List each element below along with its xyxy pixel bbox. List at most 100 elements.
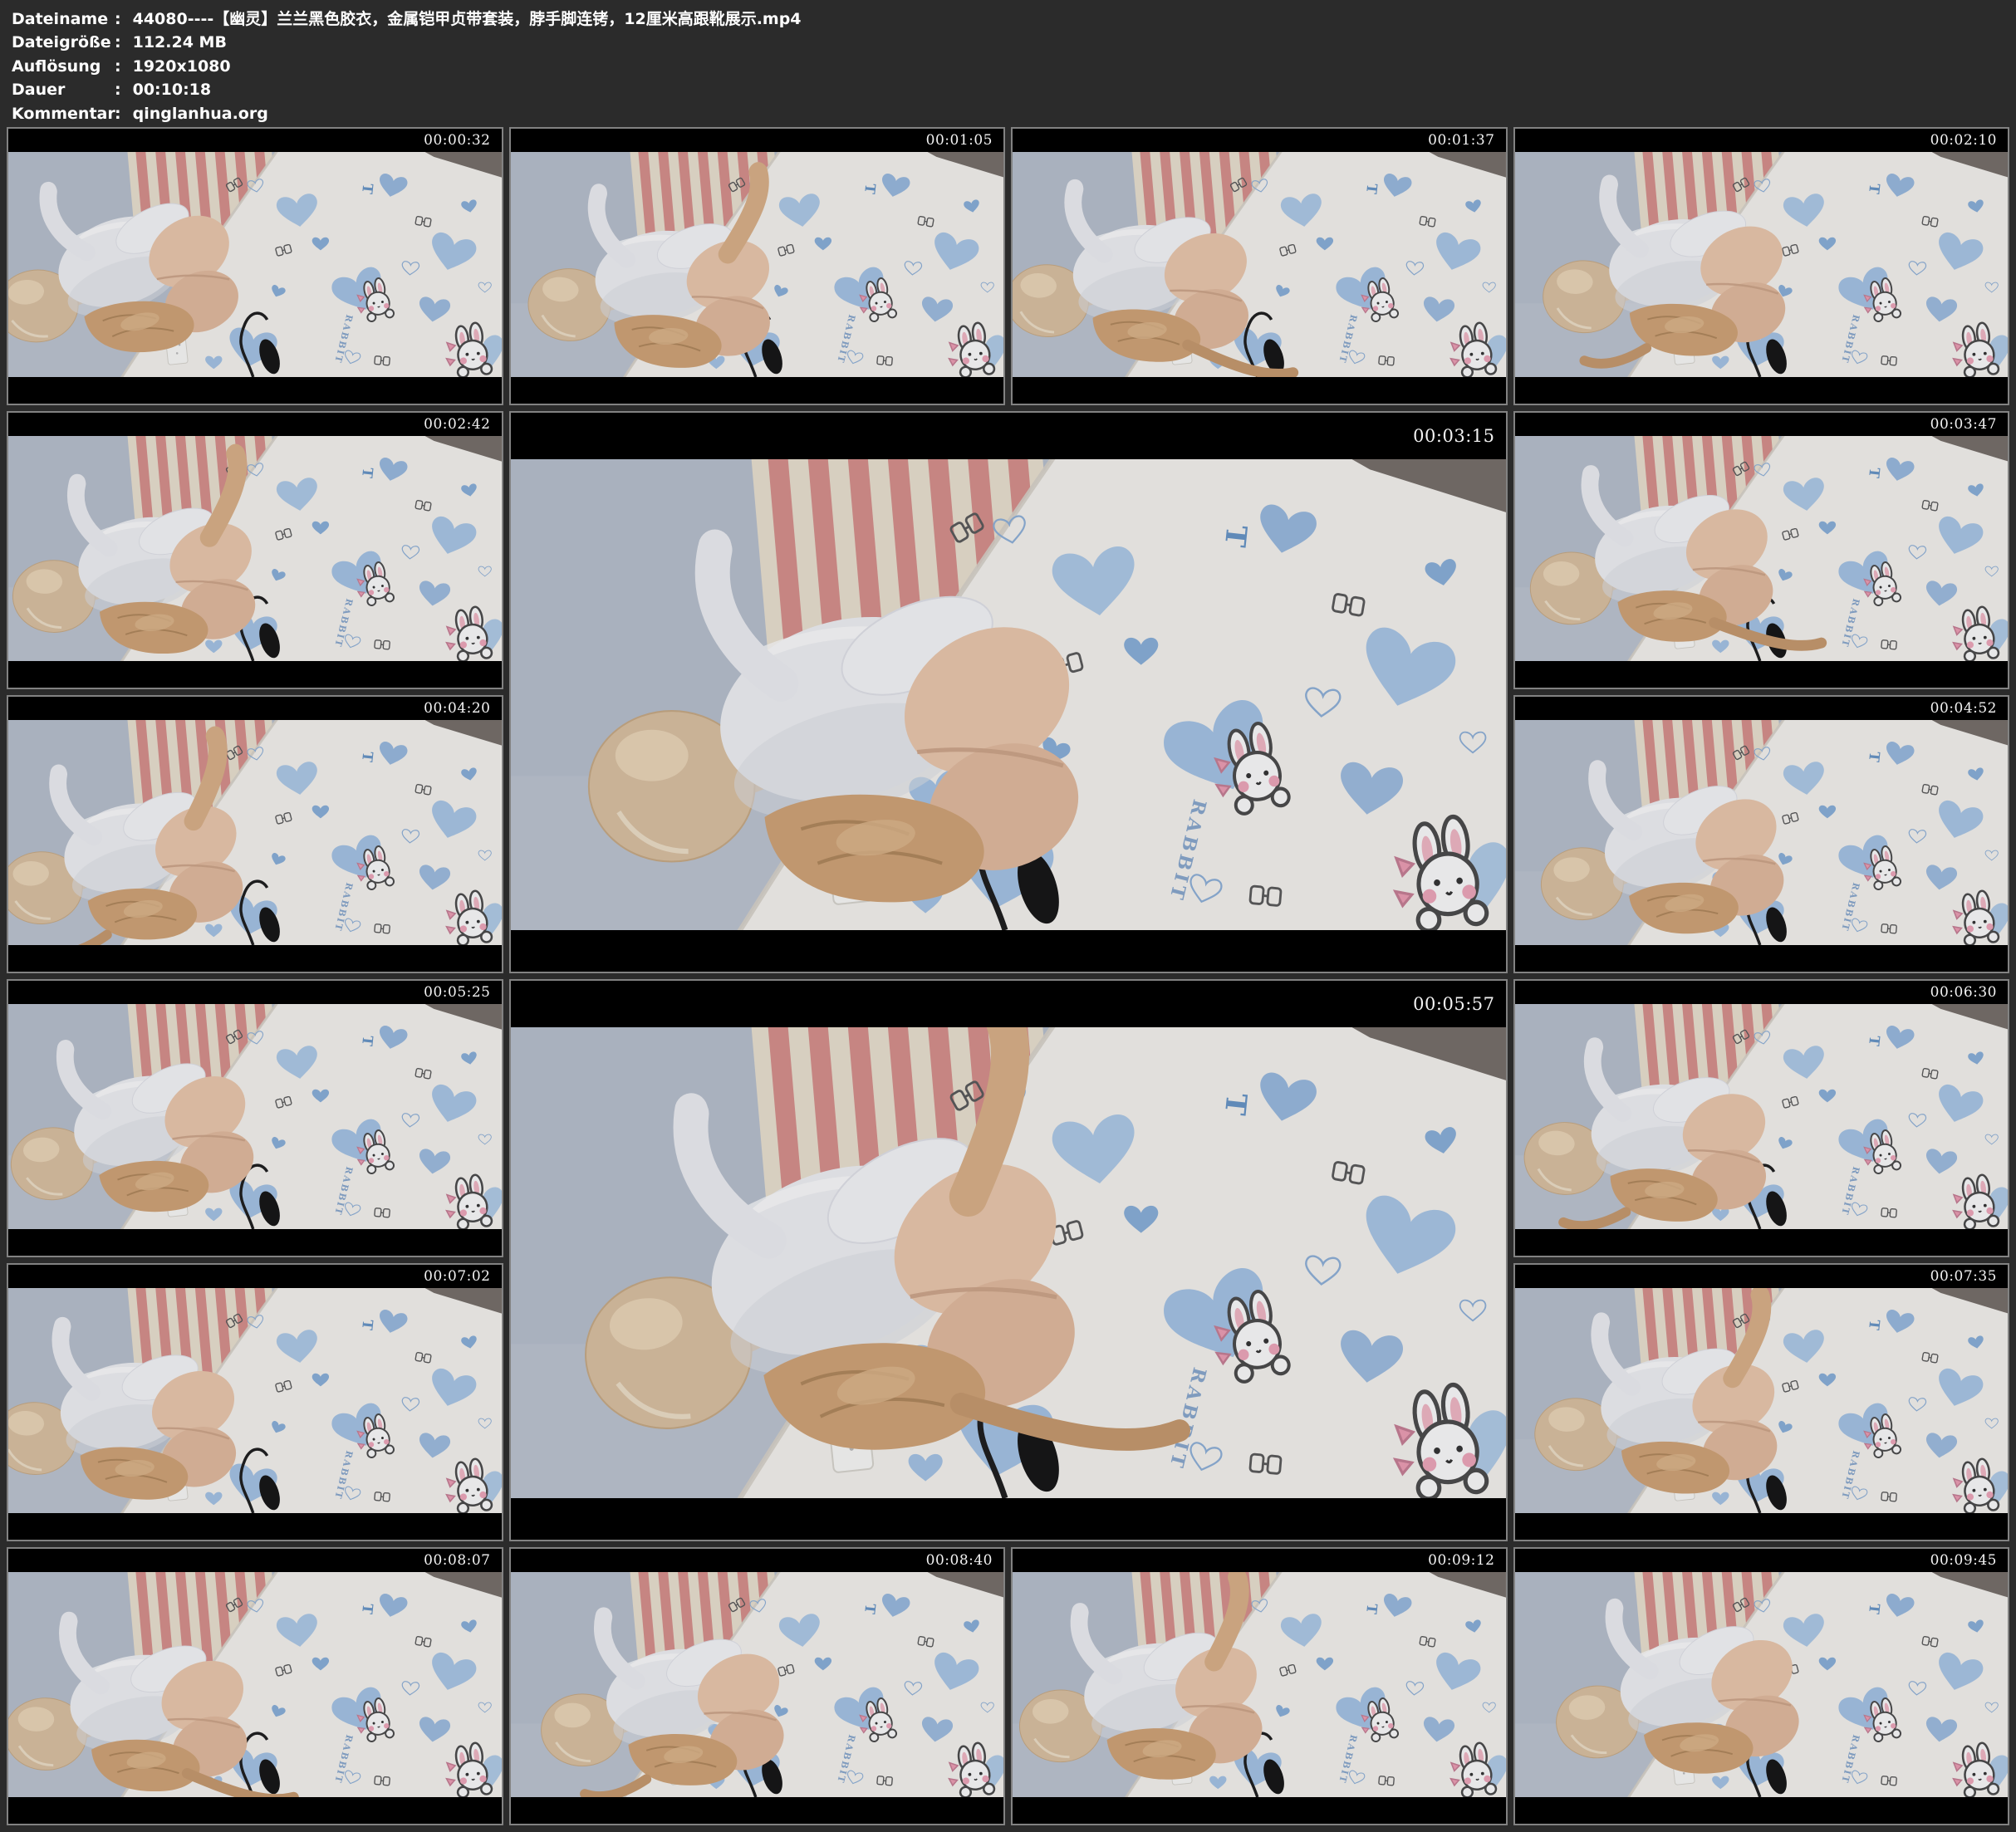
video-frame-art: TRABBIT xyxy=(8,152,502,377)
video-thumbnail: 00:06:30 TRABBIT xyxy=(1513,979,2010,1257)
thumbnail-timestamp: 00:03:47 xyxy=(1930,416,1997,433)
video-frame: TRABBIT xyxy=(8,436,502,661)
thumbnail-timestamp: 00:09:45 xyxy=(1930,1552,1997,1569)
video-frame: TRABBIT xyxy=(511,1572,1004,1797)
thumbnail-timestamp: 00:05:57 xyxy=(1413,994,1494,1014)
video-thumbnail: 00:01:37TRABBIT xyxy=(1011,127,1508,405)
file-info-separator: : xyxy=(115,31,121,54)
video-frame: TRABBIT xyxy=(1515,436,2009,661)
file-info-separator: : xyxy=(115,78,121,101)
letterbox-top-bar: 00:08:40 xyxy=(511,1549,1004,1572)
file-info-value: 44080----【幽灵】兰兰黑色胶衣，金属铠甲贞带套装，脖手脚连铐，12厘米高… xyxy=(133,7,802,31)
file-info-row: Dateiname:44080----【幽灵】兰兰黑色胶衣，金属铠甲贞带套装，脖… xyxy=(12,7,2016,31)
thumbnail-timestamp: 00:04:52 xyxy=(1930,700,1997,717)
letterbox-bottom-bar xyxy=(8,377,502,404)
video-thumbnail: 00:09:45 TRABBIT xyxy=(1513,1547,2010,1825)
video-thumbnail: 00:08:07TRABBIT xyxy=(7,1547,503,1825)
letterbox-top-bar: 00:09:45 xyxy=(1515,1549,2009,1572)
thumbnail-timestamp: 00:05:25 xyxy=(424,984,490,1001)
thumbnail-timestamp: 00:06:30 xyxy=(1930,984,1997,1001)
letterbox-bottom-bar xyxy=(1515,377,2009,404)
video-thumbnail: 00:05:57 TRABBIT xyxy=(509,979,1508,1541)
video-frame-art: TRABBIT xyxy=(8,1004,502,1229)
video-frame-art: TRABBIT xyxy=(511,152,1004,377)
file-info-row: Dauer:00:10:18 xyxy=(12,78,2016,101)
letterbox-top-bar: 00:01:37 xyxy=(1013,129,1506,152)
letterbox-top-bar: 00:03:47 xyxy=(1515,413,2009,436)
letterbox-bottom-bar xyxy=(8,661,502,688)
video-frame-art: TRABBIT xyxy=(1515,1572,2009,1797)
video-frame-art: TRABBIT xyxy=(1515,1288,2009,1513)
video-thumbnail: 00:07:02 TRABBIT xyxy=(7,1263,503,1541)
video-frame-art: TRABBIT xyxy=(8,436,502,661)
video-thumbnail: 00:01:05 TRABBIT xyxy=(509,127,1006,405)
video-frame: TRABBIT xyxy=(8,1004,502,1229)
video-thumbnail: 00:03:47 TRABBIT xyxy=(1513,411,2010,689)
thumbnail-timestamp: 00:01:05 xyxy=(926,132,993,149)
letterbox-top-bar: 00:05:57 xyxy=(511,981,1506,1027)
video-thumbnail: 00:02:10 TRABBIT xyxy=(1513,127,2010,405)
thumbnail-grid: 00:00:32 TRABBIT 00:01:05 TRABBIT 00:01:37… xyxy=(0,127,2016,1832)
video-frame: TRABBIT xyxy=(1515,1004,2009,1229)
video-frame: TRABBIT xyxy=(1515,720,2009,945)
video-thumbnail: 00:02:42 TRABBIT xyxy=(7,411,503,689)
video-frame-art: TRABBIT xyxy=(1013,1572,1506,1797)
video-frame-art: TRABBIT xyxy=(8,720,502,945)
video-frame-art: TRABBIT xyxy=(1013,152,1506,377)
letterbox-top-bar: 00:02:42 xyxy=(8,413,502,436)
video-frame-art: TRABBIT xyxy=(511,459,1506,930)
letterbox-top-bar: 00:05:25 xyxy=(8,981,502,1004)
file-info-label: Auflösung xyxy=(12,55,115,78)
thumbnail-timestamp: 00:00:32 xyxy=(424,132,490,149)
letterbox-bottom-bar xyxy=(1013,377,1506,404)
thumbnail-timestamp: 00:08:07 xyxy=(424,1552,490,1569)
video-frame: TRABBIT xyxy=(8,720,502,945)
file-info-label: Dateigröße xyxy=(12,31,115,54)
letterbox-top-bar: 00:07:35 xyxy=(1515,1265,2009,1288)
letterbox-top-bar: 00:06:30 xyxy=(1515,981,2009,1004)
letterbox-bottom-bar xyxy=(8,1513,502,1540)
video-frame: TRABBIT xyxy=(1013,152,1506,377)
thumbnail-timestamp: 00:09:12 xyxy=(1428,1552,1494,1569)
letterbox-bottom-bar xyxy=(8,1229,502,1256)
file-info-header: Dateiname:44080----【幽灵】兰兰黑色胶衣，金属铠甲贞带套装，脖… xyxy=(0,0,2016,127)
file-info-separator: : xyxy=(115,7,121,31)
video-thumbnail: 00:09:12 TRABBIT xyxy=(1011,1547,1508,1825)
letterbox-bottom-bar xyxy=(1515,945,2009,972)
letterbox-top-bar: 00:07:02 xyxy=(8,1265,502,1288)
video-frame: TRABBIT xyxy=(511,152,1004,377)
video-thumbnail: 00:04:20 TRABBIT xyxy=(7,695,503,973)
letterbox-top-bar: 00:00:32 xyxy=(8,129,502,152)
file-info-value: 112.24 MB xyxy=(133,31,227,54)
thumbnail-timestamp: 00:04:20 xyxy=(424,700,490,717)
letterbox-top-bar: 00:01:05 xyxy=(511,129,1004,152)
video-thumbnail: 00:03:15 TRABBIT xyxy=(509,411,1508,973)
thumbnail-timestamp: 00:07:02 xyxy=(424,1268,490,1285)
letterbox-bottom-bar xyxy=(1515,1229,2009,1256)
video-frame-art: TRABBIT xyxy=(511,1572,1004,1797)
file-info-separator: : xyxy=(115,102,121,125)
letterbox-bottom-bar xyxy=(511,930,1506,972)
video-frame-art: TRABBIT xyxy=(511,1027,1506,1498)
thumbnail-timestamp: 00:02:42 xyxy=(424,416,490,433)
video-frame: TRABBIT xyxy=(511,459,1506,930)
video-thumbnail: 00:07:35TRABBIT xyxy=(1513,1263,2010,1541)
video-thumbnail: 00:04:52 TRABBIT xyxy=(1513,695,2010,973)
thumbnail-timestamp: 00:02:10 xyxy=(1930,132,1997,149)
letterbox-bottom-bar xyxy=(511,377,1004,404)
video-frame: TRABBIT xyxy=(1515,1572,2009,1797)
video-frame-art: TRABBIT xyxy=(1515,720,2009,945)
file-info-row: Dateigröße:112.24 MB xyxy=(12,31,2016,54)
file-info-value: qinglanhua.org xyxy=(133,102,268,125)
thumbnail-timestamp: 00:03:15 xyxy=(1413,426,1494,446)
video-frame-art: TRABBIT xyxy=(8,1288,502,1513)
letterbox-bottom-bar xyxy=(511,1797,1004,1824)
letterbox-bottom-bar xyxy=(1515,661,2009,688)
file-info-label: Dateiname xyxy=(12,7,115,31)
thumbnail-timestamp: 00:08:40 xyxy=(926,1552,993,1569)
letterbox-bottom-bar xyxy=(511,1498,1506,1540)
video-frame-art: TRABBIT xyxy=(1515,152,2009,377)
letterbox-top-bar: 00:08:07 xyxy=(8,1549,502,1572)
video-thumbnail: 00:00:32 TRABBIT xyxy=(7,127,503,405)
video-frame: TRABBIT xyxy=(8,1288,502,1513)
